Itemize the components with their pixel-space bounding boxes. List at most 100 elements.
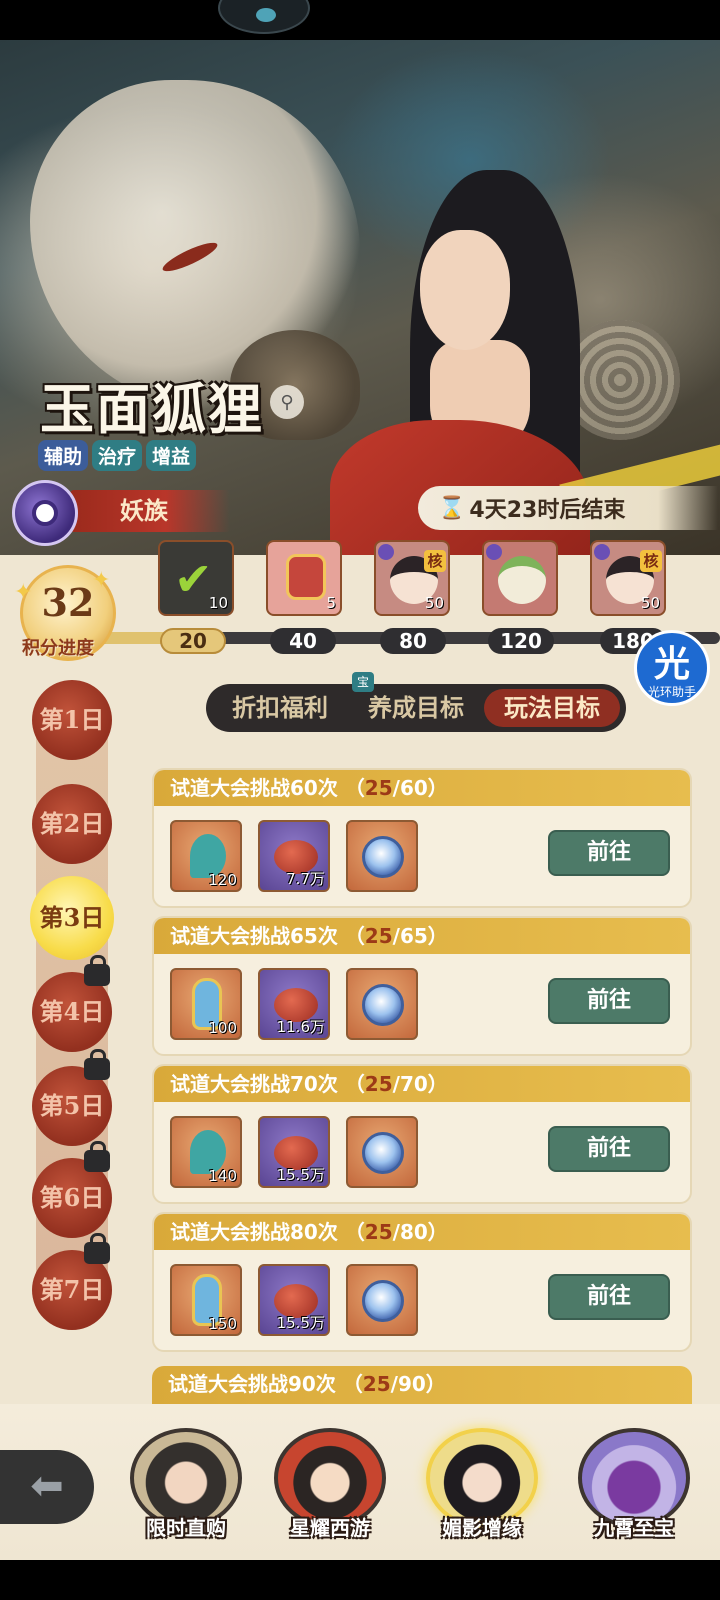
- orb-icon: [362, 984, 404, 1026]
- nav-label: 媚影增缘: [442, 1516, 522, 1540]
- nav-label: 限时直购: [146, 1516, 226, 1540]
- tag-heal: 治疗: [92, 440, 143, 471]
- task-card: 试道大会挑战60次 （25/60） 120 7.7万 前往: [152, 768, 692, 908]
- orb-icon: [362, 836, 404, 878]
- faction-label: 妖族: [70, 490, 230, 532]
- task-progress-current: 25: [364, 1220, 393, 1244]
- camera-cutout: [218, 0, 310, 34]
- milestone-reward-1[interactable]: ✔ 10: [158, 540, 234, 616]
- core-badge: 核: [640, 550, 662, 572]
- reward-qty: 10: [208, 594, 228, 612]
- go-button[interactable]: 前往: [548, 1274, 670, 1320]
- milestone-reward-5[interactable]: 核 50: [590, 540, 666, 616]
- task-card: 试道大会挑战80次 （25/80） 150 15.5万 前往: [152, 1212, 692, 1352]
- search-icon: ⚲: [280, 391, 294, 413]
- star-icon: ✦: [92, 568, 111, 593]
- hourglass-icon: ⌛: [438, 495, 466, 521]
- hero-detail-search-button[interactable]: ⚲: [270, 385, 304, 419]
- reward-item-figure[interactable]: 150: [170, 1264, 242, 1336]
- nav-label: 九霄至宝: [594, 1516, 674, 1540]
- star-icon: ✦: [14, 580, 33, 605]
- tab-growth[interactable]: 养成目标: [348, 689, 484, 727]
- reward-item-peach[interactable]: 7.7万: [258, 820, 330, 892]
- back-button[interactable]: ⬅: [0, 1450, 94, 1524]
- reward-item-peach[interactable]: 15.5万: [258, 1116, 330, 1188]
- task-card: 试道大会挑战65次 （25/65） 100 11.6万 前往: [152, 916, 692, 1056]
- nav-limited-purchase[interactable]: 限时直购: [124, 1428, 248, 1548]
- milestone-80: 80: [380, 628, 446, 654]
- faction-icon: [12, 480, 78, 546]
- reward-qty: 5: [326, 594, 336, 612]
- system-nav-bar: [0, 1560, 720, 1600]
- task-progress-current: 25: [364, 924, 393, 948]
- core-badge: 核: [424, 550, 446, 572]
- hero-tags: 辅助 治疗 增益: [38, 440, 197, 471]
- milestone-reward-3[interactable]: 核 50: [374, 540, 450, 616]
- hero-face: [420, 230, 510, 350]
- milestone-reward-4[interactable]: [482, 540, 558, 616]
- faction-mini-icon: [594, 544, 610, 560]
- status-bar: [0, 0, 720, 40]
- lock-icon: [84, 1233, 110, 1264]
- task-progress-current: 25: [364, 776, 393, 800]
- event-countdown: ⌛ 4天23时后结束: [418, 486, 718, 530]
- reward-item-orb[interactable]: [346, 1116, 418, 1188]
- go-button[interactable]: 前往: [548, 978, 670, 1024]
- tag-support: 辅助: [38, 440, 89, 471]
- nav-star-journey[interactable]: 星耀西游: [268, 1428, 392, 1548]
- milestone-40: 40: [270, 628, 336, 654]
- category-tabs: 折扣福利 养成目标 玩法目标: [206, 684, 626, 732]
- task-card-partial: 试道大会挑战90次 （25/90）: [152, 1366, 692, 1404]
- pet-chibi-icon: [498, 556, 546, 604]
- reward-item-spirit[interactable]: 140: [170, 1116, 242, 1188]
- go-button[interactable]: 前往: [548, 830, 670, 876]
- token-icon: [286, 554, 326, 600]
- orb-icon: [362, 1280, 404, 1322]
- tab-discount[interactable]: 折扣福利: [212, 689, 348, 727]
- day-2[interactable]: 第2日: [32, 784, 112, 864]
- milestone-120: 120: [488, 628, 554, 654]
- lock-icon: [84, 1141, 110, 1172]
- task-title: 试道大会挑战80次 （25/80）: [154, 1214, 690, 1250]
- reward-item-peach[interactable]: 11.6万: [258, 968, 330, 1040]
- task-title: 试道大会挑战60次 （25/60）: [154, 770, 690, 806]
- task-title: 试道大会挑战70次 （25/70）: [154, 1066, 690, 1102]
- milestone-reward-2[interactable]: 5: [266, 540, 342, 616]
- milestone-20: 20: [160, 628, 226, 654]
- score-label: 积分进度: [22, 638, 94, 659]
- lock-icon: [84, 955, 110, 986]
- task-progress-current: 25: [362, 1372, 391, 1396]
- reward-item-figure[interactable]: 100: [170, 968, 242, 1040]
- helper-glyph: 光: [653, 644, 690, 685]
- reward-qty: 50: [640, 594, 660, 612]
- reward-item-orb[interactable]: [346, 968, 418, 1040]
- nav-shadow-fate[interactable]: 媚影增缘: [420, 1428, 544, 1548]
- go-button[interactable]: 前往: [548, 1126, 670, 1172]
- faction-mini-icon: [378, 544, 394, 560]
- reward-item-orb[interactable]: [346, 820, 418, 892]
- tab-treasure-badge: 宝: [352, 672, 374, 692]
- day-1[interactable]: 第1日: [32, 680, 112, 760]
- faction-mini-icon: [486, 544, 502, 560]
- countdown-text: 4天23时后结束: [469, 498, 626, 523]
- orb-icon: [362, 1132, 404, 1174]
- reward-item-peach[interactable]: 15.5万: [258, 1264, 330, 1336]
- reward-qty: 50: [424, 594, 444, 612]
- claimed-check-icon: ✔: [174, 552, 213, 606]
- task-card: 试道大会挑战70次 （25/70） 140 15.5万 前往: [152, 1064, 692, 1204]
- task-title: 试道大会挑战65次 （25/65）: [154, 918, 690, 954]
- day-3[interactable]: 第3日: [30, 876, 114, 960]
- tab-gameplay[interactable]: 玩法目标: [484, 689, 620, 727]
- hero-banner: [0, 40, 720, 560]
- helper-label: 光环助手: [647, 685, 696, 699]
- hero-name: 玉面狐狸: [40, 377, 264, 441]
- reward-item-spirit[interactable]: 120: [170, 820, 242, 892]
- lock-icon: [84, 1049, 110, 1080]
- back-arrow-icon: ⬅: [30, 1463, 64, 1509]
- tag-buff: 增益: [146, 440, 197, 471]
- task-progress-current: 25: [364, 1072, 393, 1096]
- nav-label: 星耀西游: [290, 1516, 370, 1540]
- nav-sky-treasure[interactable]: 九霄至宝: [572, 1428, 696, 1548]
- helper-assistant-button[interactable]: 光 光环助手: [634, 630, 710, 706]
- reward-item-orb[interactable]: [346, 1264, 418, 1336]
